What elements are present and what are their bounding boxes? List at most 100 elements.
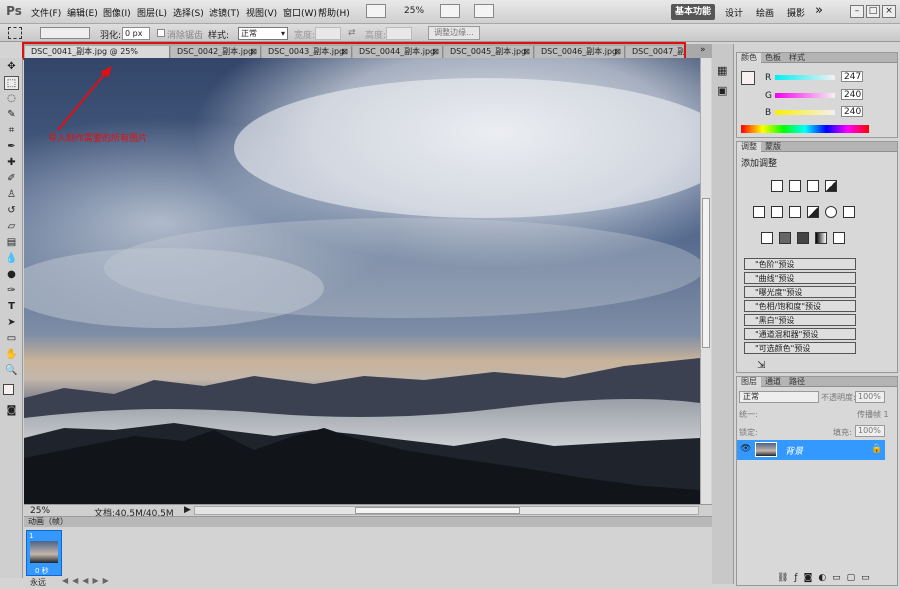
layer-row-background[interactable]: 👁 背景 🔒 [737,440,885,460]
levels-icon[interactable] [789,180,801,192]
preset-curves[interactable]: "曲线"预设 [744,272,856,284]
arrange-docs-icon[interactable] [440,4,460,18]
menu-select[interactable]: 选择(S) [173,6,204,19]
tab-paths[interactable]: 路径 [785,377,809,387]
blend-mode-select[interactable]: 正常 [739,391,819,403]
quick-mask-icon[interactable]: ◙ [4,404,19,418]
minimize-icon[interactable]: – [850,5,864,18]
tab-adjustments[interactable]: 调整 [737,142,761,152]
dodge-tool-icon[interactable]: ● [4,268,19,282]
tab-layers[interactable]: 图层 [737,377,761,387]
maximize-icon[interactable]: □ [866,5,880,18]
type-tool-icon[interactable]: T [4,300,19,314]
marquee-tool-icon[interactable]: ⬚ [4,76,19,90]
workspace-essentials[interactable]: 基本功能 [671,4,715,20]
vibrance-icon[interactable] [753,206,765,218]
hscroll-thumb[interactable] [355,507,520,514]
channel-mixer-icon[interactable] [843,206,855,218]
workspace-painting[interactable]: 绘画 [756,6,774,19]
history-brush-tool-icon[interactable]: ↺ [4,204,19,218]
pen-tool-icon[interactable]: ✑ [4,284,19,298]
feather-input[interactable]: 0 px [122,27,150,40]
tab-color[interactable]: 颜色 [737,53,761,63]
hand-tool-icon[interactable]: ✋ [4,348,19,362]
propagate-frame-checkbox[interactable]: 传播帧 1 [857,409,889,420]
preset-selective-color[interactable]: "可选颜色"预设 [744,342,856,354]
gradient-tool-icon[interactable]: ▤ [4,236,19,250]
marquee-tool-preset-icon[interactable] [8,27,22,39]
clone-stamp-tool-icon[interactable]: ♙ [4,188,19,202]
history-panel-icon[interactable]: ▦ [717,64,727,77]
menu-edit[interactable]: 编辑(E) [67,6,98,19]
brightness-icon[interactable] [771,180,783,192]
lasso-tool-icon[interactable]: ◌ [4,92,19,106]
frame-delay[interactable]: 0 秒 [35,566,49,576]
preset-levels[interactable]: "色阶"预设 [744,258,856,270]
screen-mode-icon[interactable] [366,4,386,18]
preset-channel-mixer[interactable]: "通道混和器"预设 [744,328,856,340]
black-white-icon[interactable] [807,206,819,218]
document-canvas[interactable] [24,58,700,504]
preset-black-white[interactable]: "黑白"预设 [744,314,856,326]
opacity-input[interactable]: 100% [855,391,885,403]
status-menu-icon[interactable]: ▶ [184,505,191,515]
swap-icon[interactable]: ⇄ [348,28,356,38]
menu-filter[interactable]: 滤镜(T) [209,6,240,19]
eyedropper-tool-icon[interactable]: ✒ [4,140,19,154]
status-zoom[interactable]: 25% [30,506,50,516]
canvas-vertical-scrollbar[interactable] [700,58,711,504]
menu-help[interactable]: 帮助(H) [318,6,350,19]
layers-footer-icons[interactable]: ⛓ƒ◙◐▭▢▭ [777,573,876,583]
posterize-icon[interactable] [779,232,791,244]
color-spectrum-bar[interactable] [741,125,869,133]
g-value[interactable]: 240 [841,89,863,100]
invert-icon[interactable] [761,232,773,244]
screen-layout-icon[interactable] [474,4,494,18]
threshold-icon[interactable] [797,232,809,244]
height-input[interactable] [386,27,412,40]
tab-masks[interactable]: 蒙版 [761,142,785,152]
quick-select-tool-icon[interactable]: ✎ [4,108,19,122]
eye-icon[interactable]: 👁 [740,444,751,454]
workspace-design[interactable]: 设计 [725,6,743,19]
gradient-map-icon[interactable] [815,232,827,244]
animation-frame[interactable]: 1 0 秒 [26,530,62,576]
zoom-tool-icon[interactable]: 🔍 [4,364,19,378]
curves-icon[interactable] [807,180,819,192]
foreground-color-swatch[interactable] [3,384,14,395]
canvas-horizontal-scrollbar[interactable] [194,506,699,515]
menu-view[interactable]: 视图(V) [246,6,277,19]
hue-saturation-icon[interactable] [771,206,783,218]
tab-channels[interactable]: 通道 [761,377,785,387]
preset-exposure[interactable]: "曝光度"预设 [744,286,856,298]
antialias-checkbox[interactable] [157,29,165,37]
workspace-photography[interactable]: 摄影 [787,6,805,19]
layer-name[interactable]: 背景 [785,444,803,457]
playback-controls-icon[interactable]: ◀◀◀▶▶ [62,576,113,585]
menu-image[interactable]: 图像(I) [103,6,131,19]
b-slider[interactable] [775,110,835,115]
color-balance-icon[interactable] [789,206,801,218]
zoom-level-menu[interactable]: 25% [404,6,424,16]
b-value[interactable]: 240 [841,106,863,117]
width-input[interactable] [315,27,341,40]
move-tool-icon[interactable]: ✥ [4,60,19,74]
actions-panel-icon[interactable]: ▣ [717,84,727,97]
vscroll-thumb[interactable] [702,198,710,348]
fg-color-swatch[interactable] [741,71,755,85]
r-slider[interactable] [775,75,835,80]
style-select[interactable]: 正常 ▾ [238,27,288,40]
photo-filter-icon[interactable] [825,206,837,218]
g-slider[interactable] [775,93,835,98]
loop-option[interactable]: 永远 [30,577,46,588]
selection-mode-icons[interactable] [40,27,90,39]
tab-styles[interactable]: 样式 [785,53,809,63]
shape-tool-icon[interactable]: ▭ [4,332,19,346]
r-value[interactable]: 247 [841,71,863,82]
adjust-footer-icons[interactable]: ⇲ [757,360,765,371]
selective-color-icon[interactable] [833,232,845,244]
tab-overflow-icon[interactable]: » [700,45,706,55]
eraser-tool-icon[interactable]: ▱ [4,220,19,234]
workspace-more[interactable]: » [815,3,823,18]
refine-edge-button[interactable]: 调整边缘... [428,26,480,40]
